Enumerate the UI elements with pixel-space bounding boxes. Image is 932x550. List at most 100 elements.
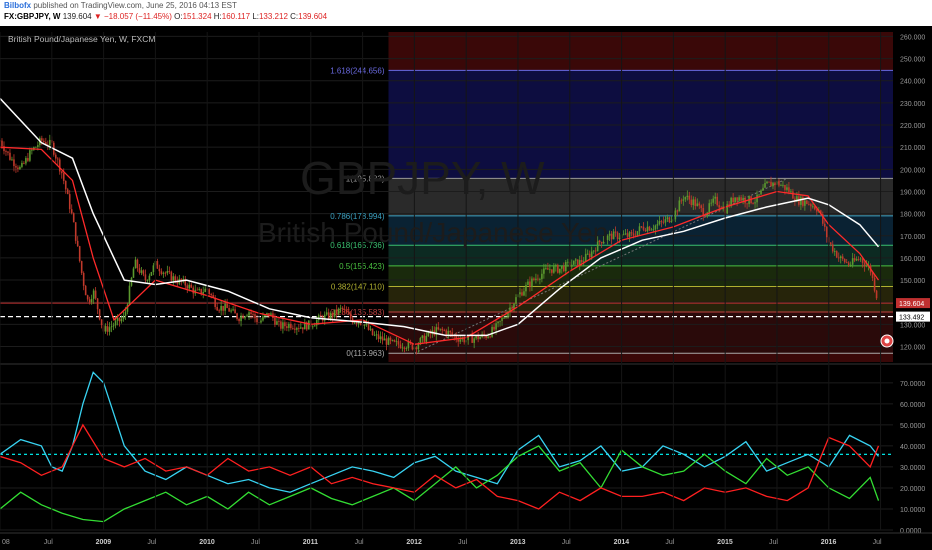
candle-body [790, 191, 792, 193]
candle-body [339, 307, 342, 309]
fib-zone [388, 245, 893, 266]
candle-body [124, 311, 127, 316]
candle-body [41, 138, 43, 141]
candle-body [559, 268, 561, 273]
candle-body [357, 322, 360, 324]
candle-body [35, 146, 37, 148]
candle-body [292, 328, 294, 329]
currency-flag-icon [880, 334, 894, 348]
candle-body [363, 324, 366, 326]
candle-body [96, 298, 99, 310]
candle-body [746, 203, 748, 205]
price-tick-label: 130.000 [900, 322, 925, 329]
candle-body [15, 166, 17, 168]
candle-body [694, 199, 697, 207]
publisher-name[interactable]: Bilbofx [4, 1, 31, 10]
candle-body [445, 330, 448, 335]
candle-body [307, 320, 310, 330]
candle-body [714, 196, 717, 199]
fib-zone [388, 286, 893, 312]
candle-body [778, 180, 780, 186]
candle-body [347, 312, 350, 314]
candle-body [636, 231, 639, 236]
candle-body [527, 281, 529, 285]
candle-body [640, 226, 643, 228]
candle-body [19, 166, 21, 170]
candle-body [782, 184, 784, 186]
candle-body [849, 264, 852, 266]
candle-body [210, 294, 212, 296]
time-tick-label: 08 [2, 539, 10, 546]
candle-body [236, 313, 238, 319]
candle-body [660, 221, 663, 222]
candle-body [511, 307, 513, 309]
candle-body [806, 200, 808, 204]
candle-body [104, 326, 107, 332]
candle-body [610, 233, 613, 240]
candle-body [503, 317, 505, 319]
candle-body [230, 310, 232, 312]
candle-body [192, 287, 195, 294]
candle-body [656, 224, 659, 226]
candle-body [202, 291, 205, 294]
candle-body [644, 229, 647, 232]
time-tick-label: 2015 [717, 539, 733, 546]
candle-body [11, 159, 13, 161]
chart-canvas[interactable]: 1.618(244.656)1(195.883)0.786(178.994)0.… [0, 26, 932, 550]
candle-body [238, 318, 240, 322]
candle-body [240, 315, 242, 322]
candle-body [668, 217, 671, 223]
candle-body [186, 285, 189, 289]
indicator-tick-label: 10.0000 [900, 507, 925, 514]
candle-body [808, 203, 810, 205]
candle-body [774, 182, 776, 186]
candle-body [391, 340, 394, 341]
indicator-tick-label: 50.0000 [900, 423, 925, 430]
candle-body [246, 315, 248, 317]
candle-body [284, 322, 286, 327]
candle-body [592, 250, 595, 252]
candle-body [254, 314, 256, 319]
candle-body [353, 322, 356, 324]
candle-body [594, 250, 597, 252]
candle-body [74, 222, 77, 241]
candle-body [311, 326, 314, 328]
candle-body [162, 272, 165, 274]
time-tick-label: Jul [44, 539, 53, 546]
candle-body [780, 185, 782, 187]
candle-body [244, 316, 246, 319]
candle-body [770, 181, 772, 187]
candle-body [786, 187, 788, 190]
candle-body [120, 319, 123, 322]
candle-body [152, 265, 155, 273]
candle-body [166, 271, 169, 274]
candle-body [658, 221, 661, 225]
candle-body [539, 279, 541, 280]
candle-body [551, 269, 553, 273]
candle-body [302, 327, 304, 330]
candle-body [343, 309, 346, 310]
candle-body [638, 226, 641, 232]
candle-body [734, 197, 736, 203]
candle-body [94, 290, 97, 299]
candle-body [825, 226, 828, 238]
price-tag-label: 133.492 [899, 315, 924, 322]
candle-body [563, 266, 565, 272]
candle-body [614, 231, 617, 233]
candle-body [383, 338, 386, 341]
candle-body [132, 268, 135, 278]
candle-body [684, 197, 687, 200]
candle-body [54, 154, 57, 159]
candle-body [865, 265, 868, 267]
candle-body [371, 328, 374, 336]
symbol-label[interactable]: FX:GBPJPY, W [4, 12, 60, 21]
candle-body [676, 210, 679, 212]
time-tick-label: 2012 [406, 539, 422, 546]
candle-body [529, 281, 531, 287]
candle-body [226, 303, 228, 309]
candle-body [333, 309, 336, 317]
candle-body [140, 270, 143, 273]
candle-body [557, 264, 559, 273]
indicator-tick-label: 70.0000 [900, 381, 925, 388]
candle-body [56, 158, 59, 160]
